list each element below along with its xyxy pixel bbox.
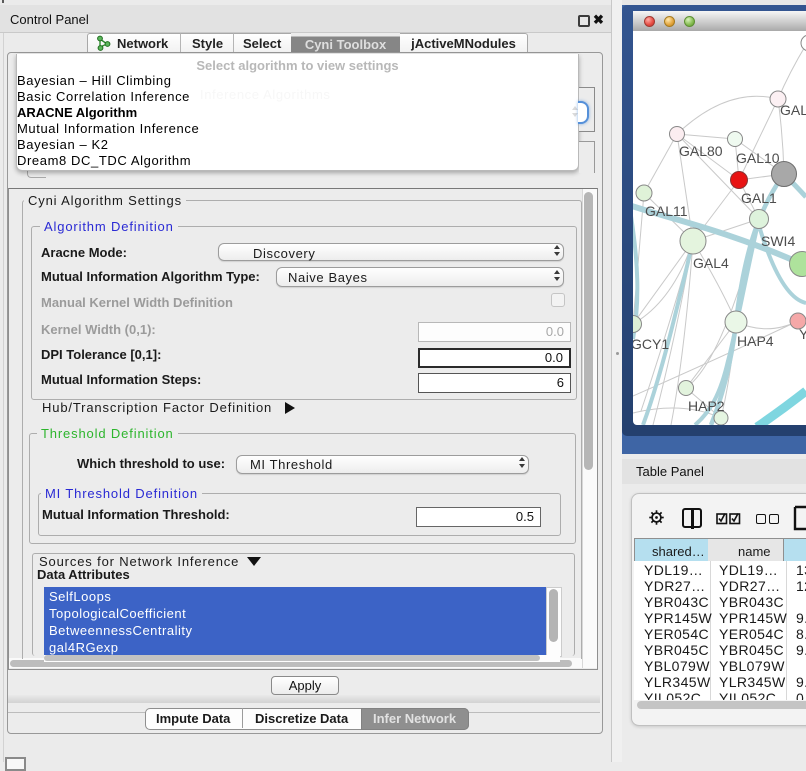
- svg-text:HAP4: HAP4: [737, 333, 774, 349]
- svg-text:GAL4: GAL4: [693, 255, 729, 271]
- svg-text:GCY1: GCY1: [633, 336, 669, 352]
- svg-text:HAP2: HAP2: [688, 398, 725, 414]
- svg-text:SWI4: SWI4: [761, 233, 795, 249]
- svg-text:GAL10: GAL10: [736, 150, 780, 166]
- svg-text:GAL7: GAL7: [780, 102, 806, 118]
- svg-text:GAL11: GAL11: [645, 203, 688, 219]
- svg-text:GAL80: GAL80: [679, 143, 723, 159]
- svg-text:GAL1: GAL1: [741, 190, 777, 206]
- svg-text:YE: YE: [799, 326, 806, 342]
